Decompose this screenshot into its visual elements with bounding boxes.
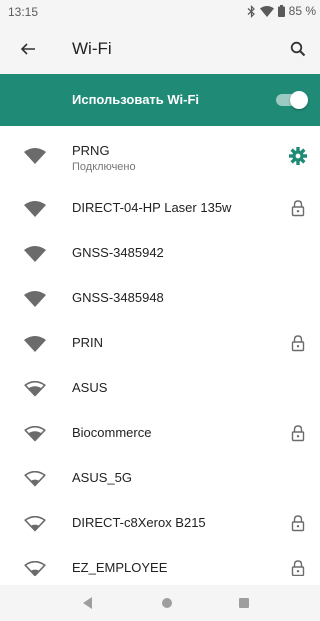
network-item[interactable]: DIRECT-04-HP Laser 135w [0,186,320,231]
bluetooth-icon [247,4,255,18]
battery-icon [277,5,285,17]
wifi-signal-medium-icon [24,426,46,442]
battery-percent: 85 % [288,4,316,18]
network-list: PRNG Подключено DIRECT-04-HP Laser 135w GNS… [0,126,320,576]
wifi-settings-screen: 13:15 85 % Wi-Fi Использовать Wi-Fi PRNG… [0,0,320,621]
network-status: Подключено [72,161,136,173]
page-title: Wi-Fi [72,39,112,58]
lock-icon [291,425,305,442]
network-name: GNSS-3485942 [72,245,164,260]
network-item[interactable]: EZ_EMPLOYEE [0,546,320,576]
app-bar: Wi-Fi [0,24,320,74]
network-name: Biocommerce [72,425,152,440]
back-button[interactable] [16,37,40,61]
network-name: ASUS [72,380,108,395]
search-button[interactable] [286,37,310,61]
network-name: PRNG [72,143,110,158]
wifi-signal-low-icon [24,516,46,532]
wifi-signal-medium-icon [24,381,46,397]
wifi-master-switch-bar[interactable]: Использовать Wi-Fi [0,74,320,126]
network-item[interactable]: ASUS [0,366,320,411]
wifi-signal-low-icon [24,561,46,576]
status-time: 13:15 [8,5,39,19]
search-icon [290,41,306,57]
wifi-signal-full-icon [24,336,46,352]
nav-home-icon[interactable] [162,598,172,608]
status-icons: 85 % [247,4,316,18]
lock-icon [291,515,305,532]
connected-network-item[interactable]: PRNG Подключено [0,126,320,186]
gear-icon[interactable] [288,146,308,166]
wifi-signal-icon [259,5,274,17]
toggle-thumb [290,91,308,109]
lock-icon [291,200,305,217]
arrow-left-icon [20,43,35,55]
navigation-bar [0,585,320,621]
network-item[interactable]: Biocommerce [0,411,320,456]
wifi-signal-full-icon [24,246,46,262]
network-name: DIRECT-04-HP Laser 135w [72,200,232,215]
wifi-signal-full-icon [24,291,46,307]
wifi-master-label: Использовать Wi-Fi [72,92,200,107]
wifi-signal-low-icon [24,471,46,487]
network-name: EZ_EMPLOYEE [72,560,168,575]
network-name: GNSS-3485948 [72,290,164,305]
status-bar: 13:15 85 % [0,0,320,24]
network-item[interactable]: ASUS_5G [0,456,320,501]
nav-recent-apps-icon[interactable] [239,598,249,608]
lock-icon [291,335,305,352]
network-item[interactable]: GNSS-3485948 [0,276,320,321]
lock-icon [291,560,305,576]
network-item[interactable]: GNSS-3485942 [0,231,320,276]
network-name: ASUS_5G [72,470,132,485]
network-item[interactable]: PRIN [0,321,320,366]
nav-back-icon[interactable] [82,597,94,609]
network-name: PRIN [72,335,104,350]
network-item[interactable]: DIRECT-c8Xerox B215 [0,501,320,546]
wifi-toggle[interactable] [274,91,308,109]
network-name: DIRECT-c8Xerox B215 [72,515,206,530]
wifi-signal-full-icon [24,201,46,217]
wifi-signal-full-icon [24,148,46,164]
